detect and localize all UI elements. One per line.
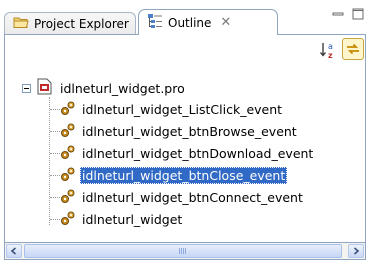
svg-text:z: z: [328, 51, 333, 60]
tree-guide-line: [50, 153, 60, 154]
tree-guide-line: [50, 131, 60, 132]
tree-root-row[interactable]: idlneturl_widget.pro: [37, 77, 187, 99]
tree-guide-line: [50, 197, 60, 198]
minimize-icon[interactable]: [332, 9, 344, 23]
tree-item-label: idlneturl_widget_ListClick_event: [82, 101, 283, 117]
scroll-thumb[interactable]: [24, 244, 342, 258]
folder-icon: [13, 15, 29, 32]
pro-file-icon: [37, 78, 52, 98]
tree-item-label: idlneturl_widget_btnConnect_event: [82, 189, 303, 205]
link-with-editor-icon[interactable]: [342, 38, 364, 60]
tree-guide-line: [49, 97, 50, 225]
procedure-gear-icon: [60, 166, 76, 185]
outline-toolbar: a z: [4, 35, 366, 65]
tree-item-label: idlneturl_widget_btnBrowse_event: [82, 123, 297, 139]
tree-guide-line: [50, 219, 60, 220]
procedure-gear-icon: [60, 210, 76, 229]
tree-item[interactable]: idlneturl_widget_ListClick_event: [60, 98, 284, 120]
outline-tree: idlneturl_widget.pro idlneturl_widget_Li…: [4, 65, 366, 242]
scroll-right-button[interactable]: [348, 244, 364, 258]
tree-item-label: idlneturl_widget_btnDownload_event: [82, 145, 314, 161]
tree-guide-line: [50, 109, 60, 110]
procedure-gear-icon: [60, 122, 76, 141]
tab-label: Outline: [168, 15, 212, 30]
tab-label: Project Explorer: [34, 16, 129, 31]
view-tab-bar: Project Explorer Outline ✕: [4, 6, 366, 35]
tree-item-label: idlneturl_widget_btnClose_event: [80, 166, 288, 184]
tree-item[interactable]: idlneturl_widget: [60, 208, 184, 230]
tab-outline[interactable]: Outline ✕: [138, 9, 278, 35]
tree-guide-line: [50, 175, 60, 176]
tree-item[interactable]: idlneturl_widget_btnConnect_event: [60, 186, 305, 208]
chevron-right-icon: [353, 247, 360, 255]
sort-alphabetical-icon[interactable]: a z: [319, 40, 339, 60]
tree-item[interactable]: idlneturl_widget_btnBrowse_event: [60, 120, 299, 142]
collapse-toggle[interactable]: [22, 84, 31, 93]
grip-icon: [179, 248, 187, 254]
tree-item[interactable]: idlneturl_widget_btnDownload_event: [60, 142, 315, 164]
tree-item-selected[interactable]: idlneturl_widget_btnClose_event: [60, 164, 288, 186]
procedure-gear-icon: [60, 100, 76, 119]
procedure-gear-icon: [60, 144, 76, 163]
scroll-left-button[interactable]: [6, 244, 22, 258]
tree-item-label: idlneturl_widget: [82, 211, 183, 227]
procedure-gear-icon: [60, 188, 76, 207]
svg-text:a: a: [328, 42, 333, 51]
outline-view-panel: Project Explorer Outline ✕ a z idlneturl…: [4, 6, 366, 260]
tree-root-label: idlneturl_widget.pro: [60, 80, 185, 96]
chevron-left-icon: [10, 247, 17, 255]
view-window-controls: [332, 8, 364, 23]
outline-icon: [147, 13, 163, 32]
horizontal-scrollbar[interactable]: [4, 242, 366, 260]
maximize-icon[interactable]: [352, 8, 364, 23]
close-icon[interactable]: ✕: [220, 16, 231, 29]
tab-project-explorer[interactable]: Project Explorer: [4, 12, 136, 34]
